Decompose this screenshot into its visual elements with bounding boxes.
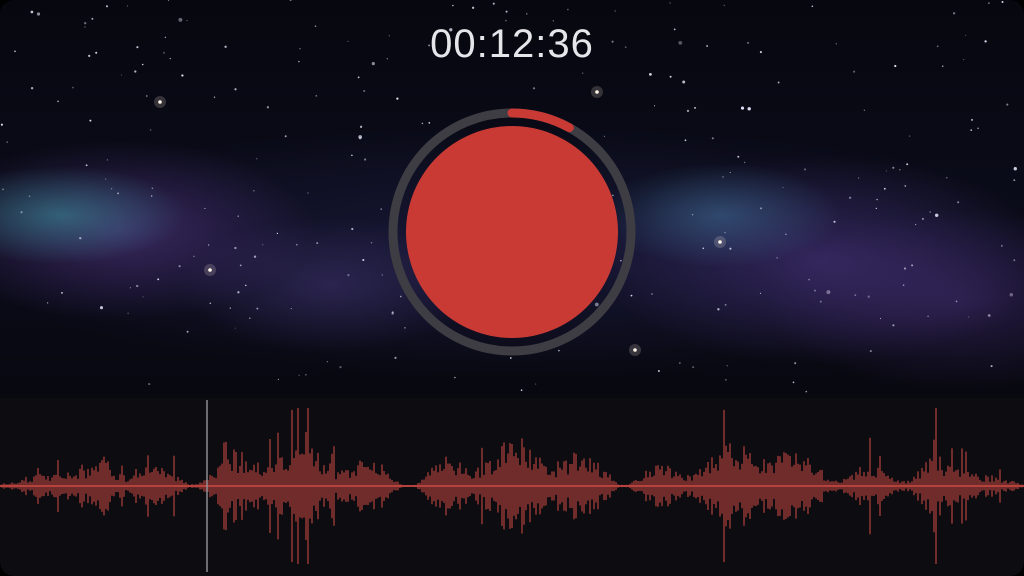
- playhead[interactable]: [206, 400, 208, 572]
- voice-recorder-app: 00:12:36: [0, 0, 1024, 576]
- elapsed-timer: 00:12:36: [430, 22, 594, 66]
- waveform: [0, 408, 1024, 564]
- record-button[interactable]: [406, 126, 618, 338]
- record-control: [384, 104, 640, 360]
- waveform-panel: [0, 398, 1024, 576]
